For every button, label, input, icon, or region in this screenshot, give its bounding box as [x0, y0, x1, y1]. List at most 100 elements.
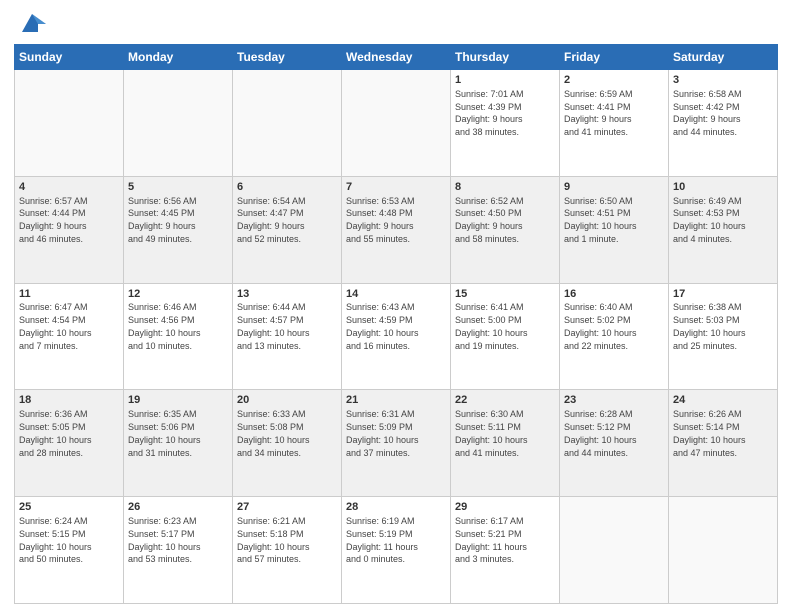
day-number: 21 [346, 393, 446, 408]
calendar-header-row: SundayMondayTuesdayWednesdayThursdayFrid… [15, 45, 778, 70]
day-info: Sunrise: 6:33 AM Sunset: 5:08 PM Dayligh… [237, 409, 310, 457]
calendar-cell [342, 70, 451, 177]
page: SundayMondayTuesdayWednesdayThursdayFrid… [0, 0, 792, 612]
day-number: 6 [237, 180, 337, 195]
day-number: 27 [237, 500, 337, 515]
calendar-cell [124, 70, 233, 177]
day-number: 22 [455, 393, 555, 408]
day-info: Sunrise: 6:26 AM Sunset: 5:14 PM Dayligh… [673, 409, 746, 457]
day-info: Sunrise: 6:19 AM Sunset: 5:19 PM Dayligh… [346, 516, 418, 564]
day-number: 20 [237, 393, 337, 408]
calendar-week-1: 1Sunrise: 7:01 AM Sunset: 4:39 PM Daylig… [15, 70, 778, 177]
calendar-cell: 23Sunrise: 6:28 AM Sunset: 5:12 PM Dayli… [560, 390, 669, 497]
day-number: 17 [673, 287, 773, 302]
col-header-monday: Monday [124, 45, 233, 70]
day-number: 29 [455, 500, 555, 515]
day-number: 8 [455, 180, 555, 195]
calendar-cell: 17Sunrise: 6:38 AM Sunset: 5:03 PM Dayli… [669, 283, 778, 390]
calendar-week-2: 4Sunrise: 6:57 AM Sunset: 4:44 PM Daylig… [15, 176, 778, 283]
calendar-week-4: 18Sunrise: 6:36 AM Sunset: 5:05 PM Dayli… [15, 390, 778, 497]
day-info: Sunrise: 6:35 AM Sunset: 5:06 PM Dayligh… [128, 409, 201, 457]
calendar-cell [669, 497, 778, 604]
day-number: 5 [128, 180, 228, 195]
day-number: 28 [346, 500, 446, 515]
calendar-cell: 8Sunrise: 6:52 AM Sunset: 4:50 PM Daylig… [451, 176, 560, 283]
day-info: Sunrise: 6:41 AM Sunset: 5:00 PM Dayligh… [455, 302, 528, 350]
col-header-wednesday: Wednesday [342, 45, 451, 70]
calendar-cell: 18Sunrise: 6:36 AM Sunset: 5:05 PM Dayli… [15, 390, 124, 497]
day-number: 14 [346, 287, 446, 302]
calendar-cell: 21Sunrise: 6:31 AM Sunset: 5:09 PM Dayli… [342, 390, 451, 497]
day-number: 19 [128, 393, 228, 408]
day-info: Sunrise: 6:53 AM Sunset: 4:48 PM Dayligh… [346, 196, 415, 244]
day-info: Sunrise: 6:36 AM Sunset: 5:05 PM Dayligh… [19, 409, 92, 457]
calendar-cell: 28Sunrise: 6:19 AM Sunset: 5:19 PM Dayli… [342, 497, 451, 604]
calendar-cell: 1Sunrise: 7:01 AM Sunset: 4:39 PM Daylig… [451, 70, 560, 177]
calendar-cell: 29Sunrise: 6:17 AM Sunset: 5:21 PM Dayli… [451, 497, 560, 604]
day-info: Sunrise: 6:52 AM Sunset: 4:50 PM Dayligh… [455, 196, 524, 244]
col-header-thursday: Thursday [451, 45, 560, 70]
day-info: Sunrise: 7:01 AM Sunset: 4:39 PM Dayligh… [455, 89, 524, 137]
day-number: 15 [455, 287, 555, 302]
day-number: 26 [128, 500, 228, 515]
calendar-cell: 11Sunrise: 6:47 AM Sunset: 4:54 PM Dayli… [15, 283, 124, 390]
calendar-week-3: 11Sunrise: 6:47 AM Sunset: 4:54 PM Dayli… [15, 283, 778, 390]
day-number: 10 [673, 180, 773, 195]
calendar-cell: 20Sunrise: 6:33 AM Sunset: 5:08 PM Dayli… [233, 390, 342, 497]
calendar-cell: 10Sunrise: 6:49 AM Sunset: 4:53 PM Dayli… [669, 176, 778, 283]
calendar-cell: 15Sunrise: 6:41 AM Sunset: 5:00 PM Dayli… [451, 283, 560, 390]
day-number: 3 [673, 73, 773, 88]
day-info: Sunrise: 6:43 AM Sunset: 4:59 PM Dayligh… [346, 302, 419, 350]
day-info: Sunrise: 6:28 AM Sunset: 5:12 PM Dayligh… [564, 409, 637, 457]
day-number: 16 [564, 287, 664, 302]
header-area [14, 10, 778, 38]
col-header-friday: Friday [560, 45, 669, 70]
day-info: Sunrise: 6:38 AM Sunset: 5:03 PM Dayligh… [673, 302, 746, 350]
day-number: 25 [19, 500, 119, 515]
col-header-sunday: Sunday [15, 45, 124, 70]
calendar-cell: 24Sunrise: 6:26 AM Sunset: 5:14 PM Dayli… [669, 390, 778, 497]
day-info: Sunrise: 6:46 AM Sunset: 4:56 PM Dayligh… [128, 302, 201, 350]
day-info: Sunrise: 6:50 AM Sunset: 4:51 PM Dayligh… [564, 196, 637, 244]
calendar-cell: 4Sunrise: 6:57 AM Sunset: 4:44 PM Daylig… [15, 176, 124, 283]
calendar-cell: 13Sunrise: 6:44 AM Sunset: 4:57 PM Dayli… [233, 283, 342, 390]
col-header-tuesday: Tuesday [233, 45, 342, 70]
day-info: Sunrise: 6:49 AM Sunset: 4:53 PM Dayligh… [673, 196, 746, 244]
day-info: Sunrise: 6:24 AM Sunset: 5:15 PM Dayligh… [19, 516, 92, 564]
calendar-cell: 26Sunrise: 6:23 AM Sunset: 5:17 PM Dayli… [124, 497, 233, 604]
day-number: 1 [455, 73, 555, 88]
day-info: Sunrise: 6:59 AM Sunset: 4:41 PM Dayligh… [564, 89, 633, 137]
day-info: Sunrise: 6:21 AM Sunset: 5:18 PM Dayligh… [237, 516, 310, 564]
day-info: Sunrise: 6:40 AM Sunset: 5:02 PM Dayligh… [564, 302, 637, 350]
calendar-cell [15, 70, 124, 177]
calendar-cell: 25Sunrise: 6:24 AM Sunset: 5:15 PM Dayli… [15, 497, 124, 604]
logo [14, 10, 46, 38]
day-info: Sunrise: 6:54 AM Sunset: 4:47 PM Dayligh… [237, 196, 306, 244]
day-number: 7 [346, 180, 446, 195]
calendar-cell: 6Sunrise: 6:54 AM Sunset: 4:47 PM Daylig… [233, 176, 342, 283]
calendar-cell [560, 497, 669, 604]
day-info: Sunrise: 6:58 AM Sunset: 4:42 PM Dayligh… [673, 89, 742, 137]
day-number: 11 [19, 287, 119, 302]
calendar-cell [233, 70, 342, 177]
day-info: Sunrise: 6:17 AM Sunset: 5:21 PM Dayligh… [455, 516, 527, 564]
logo-icon [18, 10, 46, 38]
calendar-table: SundayMondayTuesdayWednesdayThursdayFrid… [14, 44, 778, 604]
calendar-cell: 14Sunrise: 6:43 AM Sunset: 4:59 PM Dayli… [342, 283, 451, 390]
day-info: Sunrise: 6:31 AM Sunset: 5:09 PM Dayligh… [346, 409, 419, 457]
calendar-cell: 7Sunrise: 6:53 AM Sunset: 4:48 PM Daylig… [342, 176, 451, 283]
calendar-week-5: 25Sunrise: 6:24 AM Sunset: 5:15 PM Dayli… [15, 497, 778, 604]
calendar-cell: 19Sunrise: 6:35 AM Sunset: 5:06 PM Dayli… [124, 390, 233, 497]
day-info: Sunrise: 6:47 AM Sunset: 4:54 PM Dayligh… [19, 302, 92, 350]
day-info: Sunrise: 6:44 AM Sunset: 4:57 PM Dayligh… [237, 302, 310, 350]
day-number: 4 [19, 180, 119, 195]
day-info: Sunrise: 6:30 AM Sunset: 5:11 PM Dayligh… [455, 409, 528, 457]
day-info: Sunrise: 6:56 AM Sunset: 4:45 PM Dayligh… [128, 196, 197, 244]
calendar-cell: 3Sunrise: 6:58 AM Sunset: 4:42 PM Daylig… [669, 70, 778, 177]
col-header-saturday: Saturday [669, 45, 778, 70]
calendar-cell: 9Sunrise: 6:50 AM Sunset: 4:51 PM Daylig… [560, 176, 669, 283]
calendar-cell: 22Sunrise: 6:30 AM Sunset: 5:11 PM Dayli… [451, 390, 560, 497]
calendar-cell: 16Sunrise: 6:40 AM Sunset: 5:02 PM Dayli… [560, 283, 669, 390]
day-number: 24 [673, 393, 773, 408]
calendar-cell: 27Sunrise: 6:21 AM Sunset: 5:18 PM Dayli… [233, 497, 342, 604]
